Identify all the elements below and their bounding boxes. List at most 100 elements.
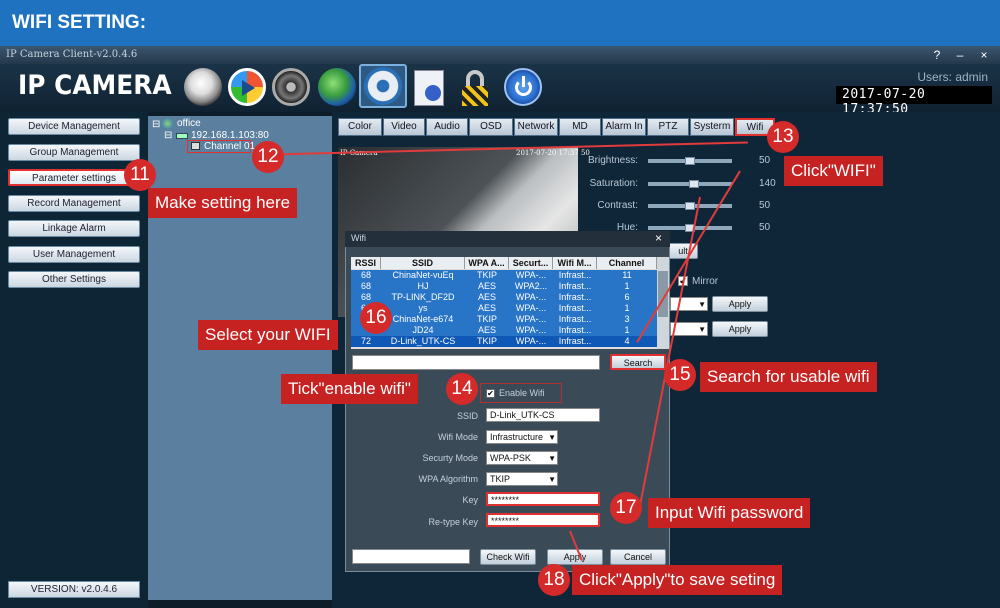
sidebar bbox=[0, 112, 148, 608]
version-label: VERSION: v2.0.4.6 bbox=[8, 581, 140, 598]
col-ssid[interactable]: SSID bbox=[381, 257, 465, 269]
tab-video[interactable]: Video bbox=[383, 118, 425, 136]
window-title: IP Camera Client-v2.0.4.6 bbox=[0, 46, 1000, 64]
step-14-label: Tick"enable wifi" bbox=[281, 374, 418, 404]
dialog-close-icon[interactable]: × bbox=[655, 231, 662, 245]
table-row[interactable]: JD24 AES WPA-... Infrast... 1 bbox=[351, 325, 657, 336]
key-input[interactable]: ******** bbox=[486, 492, 600, 506]
col-rssi[interactable]: RSSI bbox=[351, 257, 381, 269]
hue-slider[interactable] bbox=[648, 224, 732, 232]
step-11-label: Make setting here bbox=[148, 188, 298, 218]
col-channel[interactable]: Channel bbox=[597, 257, 657, 269]
col-wpa-algorithm[interactable]: WPA A... bbox=[465, 257, 509, 269]
enable-wifi-checkbox[interactable]: ✔ bbox=[486, 389, 495, 398]
tab-alarm-in[interactable]: Alarm In bbox=[602, 118, 646, 136]
tree-expand-icon[interactable]: ⊟ bbox=[152, 119, 160, 130]
slider-knob[interactable] bbox=[685, 202, 695, 210]
clock-display: 2017-07-20 17:37:50 bbox=[836, 86, 992, 117]
hue-value: 50 bbox=[759, 222, 771, 233]
channel-icon bbox=[191, 142, 200, 150]
contrast-label: Contrast: bbox=[597, 200, 638, 211]
ptz-wheel-icon[interactable] bbox=[272, 68, 310, 106]
tree-collapse-icon[interactable]: ⊟ bbox=[164, 130, 172, 141]
search-status-field[interactable] bbox=[352, 355, 600, 370]
wpa-algorithm-select[interactable]: TKIP bbox=[486, 472, 558, 486]
lock-icon[interactable] bbox=[462, 70, 488, 106]
sidebar-item-user-management[interactable]: User Management bbox=[8, 246, 140, 263]
step-13-label: Click"WIFI" bbox=[784, 156, 883, 186]
tab-osd[interactable]: OSD bbox=[469, 118, 513, 136]
app-logo: IP CAMERA bbox=[18, 70, 172, 101]
step-15-badge: 15 bbox=[664, 359, 696, 391]
tab-network[interactable]: Network bbox=[514, 118, 558, 136]
sidebar-item-linkage-alarm[interactable]: Linkage Alarm bbox=[8, 220, 140, 237]
wifi-mode-select[interactable]: Infrastructure bbox=[486, 430, 558, 444]
minimize-button[interactable]: – bbox=[950, 46, 970, 64]
apply-button-2[interactable]: Apply bbox=[712, 321, 768, 337]
wpa-algorithm-label: WPA Algorithm bbox=[418, 474, 478, 484]
tab-ptz[interactable]: PTZ bbox=[647, 118, 689, 136]
table-row[interactable]: 68 HJ AES WPA2... Infrast... 1 bbox=[351, 281, 657, 292]
table-row[interactable]: 68ChinaNet-e674TKIPWPA-...Infrast...3 bbox=[351, 314, 657, 325]
apply-button-1[interactable]: Apply bbox=[712, 296, 768, 312]
search-button[interactable]: Search bbox=[610, 354, 666, 370]
camera-device-icon bbox=[176, 133, 188, 139]
option-select-1[interactable] bbox=[670, 297, 708, 311]
step-14-badge: 14 bbox=[446, 373, 478, 405]
step-11-badge: 11 bbox=[124, 159, 156, 191]
saturation-value: 140 bbox=[759, 178, 776, 189]
step-13-badge: 13 bbox=[767, 121, 799, 153]
settings-gear-icon[interactable] bbox=[364, 67, 402, 105]
wifi-mode-label: Wifi Mode bbox=[437, 432, 478, 442]
tab-md[interactable]: MD bbox=[559, 118, 601, 136]
security-mode-label: Securty Mode bbox=[422, 453, 478, 463]
table-row[interactable]: 68 TP-LINK_DF2D AES WPA-... Infrast... 6 bbox=[351, 292, 657, 303]
playback-icon[interactable] bbox=[228, 68, 266, 106]
tree-root-office[interactable]: office bbox=[177, 118, 201, 129]
table-row[interactable]: 68ysAESWPA-...Infrast...1 bbox=[351, 303, 657, 314]
step-16-label: Select your WIFI bbox=[198, 320, 338, 350]
tab-audio[interactable]: Audio bbox=[426, 118, 468, 136]
tab-color[interactable]: Color bbox=[338, 118, 382, 136]
step-17-label: Input Wifi password bbox=[648, 498, 811, 528]
sidebar-item-record-management[interactable]: Record Management bbox=[8, 195, 140, 212]
step-12-badge: 12 bbox=[252, 141, 284, 173]
brightness-label: Brightness: bbox=[587, 155, 638, 166]
sidebar-item-parameter-settings[interactable]: Parameter settings bbox=[8, 169, 140, 186]
power-icon[interactable] bbox=[504, 68, 542, 106]
step-18-label: Click"Apply"to save seting bbox=[572, 565, 783, 595]
saturation-slider[interactable] bbox=[648, 180, 732, 188]
cancel-button[interactable]: Cancel bbox=[610, 549, 666, 565]
users-label: Users: admin bbox=[917, 70, 988, 84]
retype-key-input[interactable]: ******** bbox=[486, 513, 600, 527]
table-row[interactable]: 68 ChinaNet-vuEq TKIP WPA-... Infrast... 11 bbox=[351, 270, 657, 281]
sidebar-item-group-management[interactable]: Group Management bbox=[8, 144, 140, 161]
tab-systerm[interactable]: Systerm bbox=[690, 118, 734, 136]
security-mode-select[interactable]: WPA-PSK bbox=[486, 451, 558, 465]
enable-wifi-label: Enable Wifi bbox=[499, 388, 545, 398]
slider-knob[interactable] bbox=[685, 157, 695, 165]
globe-icon[interactable] bbox=[318, 68, 356, 106]
contrast-value: 50 bbox=[759, 200, 771, 211]
mirror-label: Mirror bbox=[692, 276, 719, 287]
col-security[interactable]: Securt... bbox=[509, 257, 553, 269]
help-button[interactable]: ? bbox=[927, 46, 947, 64]
sidebar-item-device-management[interactable]: Device Management bbox=[8, 118, 140, 135]
col-wifi-mode[interactable]: Wifi M... bbox=[553, 257, 597, 269]
table-row-selected[interactable]: 72 D-Link_UTK-CS TKIP WPA-... Infrast... 4 bbox=[351, 336, 657, 347]
close-button[interactable]: × bbox=[974, 46, 994, 64]
brightness-slider[interactable] bbox=[648, 157, 732, 165]
log-document-icon[interactable] bbox=[414, 70, 444, 106]
sidebar-item-other-settings[interactable]: Other Settings bbox=[8, 271, 140, 288]
page-banner-title: WIFI SETTING: bbox=[0, 0, 1000, 46]
tree-channel-01[interactable]: Channel 01 bbox=[204, 141, 255, 152]
webcam-icon[interactable] bbox=[184, 68, 222, 106]
saturation-label: Saturation: bbox=[589, 178, 638, 189]
check-status-field[interactable] bbox=[352, 549, 470, 564]
step-17-badge: 17 bbox=[610, 492, 642, 524]
slider-knob[interactable] bbox=[688, 180, 699, 188]
ssid-input[interactable]: D-Link_UTK-CS bbox=[486, 408, 600, 422]
apply-wifi-button[interactable]: Apply bbox=[547, 549, 603, 565]
check-wifi-button[interactable]: Check Wifi bbox=[480, 549, 536, 565]
brightness-value: 50 bbox=[759, 155, 771, 166]
